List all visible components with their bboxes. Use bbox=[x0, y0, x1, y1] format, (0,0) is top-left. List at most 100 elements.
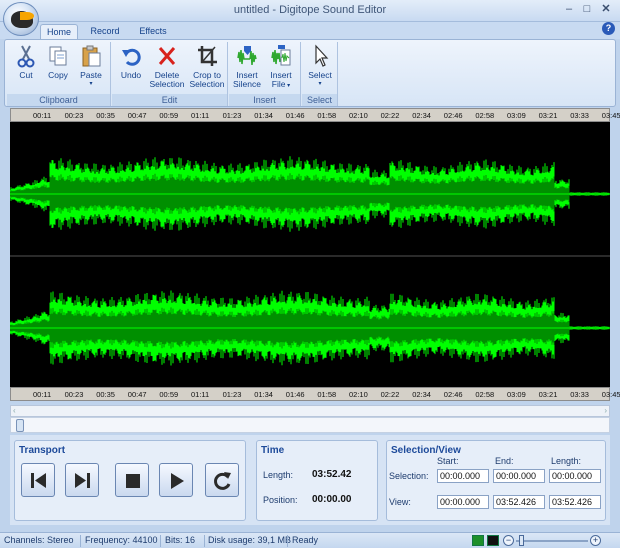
edit-group-label: Edit bbox=[112, 94, 227, 106]
delete-selection-button[interactable]: Delete Selection bbox=[148, 44, 186, 89]
ruler-tick-label: 03:45 bbox=[601, 111, 620, 120]
tab-record[interactable]: Record bbox=[84, 24, 126, 39]
ruler-tick-label: 00:59 bbox=[159, 390, 179, 399]
app-menu-button[interactable] bbox=[3, 2, 39, 36]
ruler-tick-label: 01:34 bbox=[254, 111, 273, 120]
crop-icon bbox=[198, 46, 217, 66]
insert-silence-icon bbox=[237, 46, 257, 66]
view-end-field[interactable]: 03:52.426 bbox=[493, 495, 545, 509]
view-mode-spectrum-icon[interactable] bbox=[487, 535, 499, 546]
ruler-tick-label: 01:23 bbox=[222, 390, 242, 399]
waveform-canvas[interactable] bbox=[10, 122, 610, 387]
channel-waveform bbox=[10, 156, 610, 232]
window-title: untitled - Digitope Sound Editor bbox=[233, 4, 387, 16]
ruler-tick-label: 00:23 bbox=[64, 390, 84, 399]
ruler-tick-label: 02:22 bbox=[380, 111, 400, 120]
selection-start-field[interactable]: 00:00.000 bbox=[437, 469, 489, 483]
help-icon[interactable]: ? bbox=[602, 22, 615, 35]
paste-button[interactable]: Paste ▾ bbox=[75, 44, 107, 89]
status-bits: Bits: 16 bbox=[165, 535, 196, 545]
title-bar: untitled - Digitope Sound Editor – □ ✕ bbox=[0, 0, 620, 22]
clipboard-paste-icon bbox=[82, 45, 101, 67]
skip-start-icon bbox=[31, 473, 46, 488]
close-button[interactable]: ✕ bbox=[597, 2, 615, 18]
status-channels: Channels: Stereo bbox=[4, 535, 74, 545]
skip-end-icon bbox=[75, 473, 90, 488]
selection-view-panel: Selection/View Start: End: Length: Selec… bbox=[386, 440, 606, 521]
stop-button[interactable] bbox=[115, 463, 149, 497]
crop-to-selection-button[interactable]: Crop to Selection bbox=[188, 44, 226, 89]
length-value: 03:52.42 bbox=[312, 469, 352, 480]
play-icon bbox=[171, 473, 184, 489]
ruler-tick-label: 00:11 bbox=[33, 390, 52, 399]
status-zoom-thumb[interactable] bbox=[519, 535, 524, 546]
end-column-label: End: bbox=[495, 456, 514, 466]
insert-silence-button[interactable]: Insert Silence bbox=[231, 44, 263, 89]
status-state: Ready bbox=[292, 535, 319, 545]
edit-group: Undo Delete Selection Crop to Selection … bbox=[112, 42, 228, 106]
play-button[interactable] bbox=[159, 463, 193, 497]
copy-icon bbox=[49, 46, 67, 66]
skip-to-start-button[interactable] bbox=[21, 463, 55, 497]
copy-button[interactable]: Copy bbox=[43, 44, 73, 80]
ruler-tick-label: 02:34 bbox=[412, 390, 431, 399]
insert-file-button[interactable]: Insert File ▾ bbox=[265, 44, 297, 91]
time-ruler-top[interactable]: 00:11 00:23 00:35 00:47 00:59 01:11 01:23 01:34… bbox=[10, 108, 620, 122]
ruler-tick-label: 01:34 bbox=[254, 390, 273, 399]
tab-home[interactable]: Home bbox=[40, 24, 78, 39]
status-zoom-track[interactable] bbox=[516, 540, 588, 542]
zoom-slider[interactable] bbox=[10, 417, 610, 433]
minimize-button[interactable]: – bbox=[560, 2, 578, 18]
view-row-label: View: bbox=[389, 497, 411, 507]
zoom-in-icon[interactable]: + bbox=[590, 535, 601, 546]
ruler-tick-label: 03:33 bbox=[570, 390, 589, 399]
loop-button[interactable] bbox=[205, 463, 239, 497]
scroll-left-icon[interactable]: ‹ bbox=[13, 406, 16, 415]
chevron-down-icon: ▾ bbox=[89, 81, 93, 87]
selection-length-field[interactable]: 00:00.000 bbox=[549, 469, 601, 483]
ruler-tick-label: 01:58 bbox=[317, 390, 337, 399]
ruler-tick-label: 03:45 bbox=[601, 390, 620, 399]
undo-arrow-icon bbox=[122, 48, 141, 66]
select-label: Select bbox=[308, 70, 332, 80]
view-start-field[interactable]: 00:00.000 bbox=[437, 495, 489, 509]
zoom-out-icon[interactable]: − bbox=[503, 535, 514, 546]
ruler-tick-label: 00:35 bbox=[96, 390, 115, 399]
transport-panel: Transport bbox=[14, 440, 246, 521]
ruler-tick-label: 01:58 bbox=[317, 111, 337, 120]
selection-view-title: Selection/View bbox=[391, 445, 461, 456]
skip-to-end-button[interactable] bbox=[65, 463, 99, 497]
ruler-tick-label: 02:58 bbox=[475, 111, 495, 120]
insert-file-label-2: File bbox=[271, 79, 286, 89]
ruler-tick-label: 01:23 bbox=[222, 111, 242, 120]
cut-label: Cut bbox=[19, 70, 33, 80]
ruler-tick-label: 02:58 bbox=[475, 390, 495, 399]
view-length-field[interactable]: 03:52.426 bbox=[549, 495, 601, 509]
transport-title: Transport bbox=[19, 445, 66, 456]
undo-button[interactable]: Undo bbox=[116, 44, 146, 80]
select-button[interactable]: Select ▾ bbox=[304, 44, 336, 89]
maximize-button[interactable]: □ bbox=[578, 2, 596, 18]
ruler-tick-label: 01:11 bbox=[191, 390, 210, 399]
horizontal-scrollbar[interactable]: ‹ › bbox=[10, 405, 610, 417]
insert-group: Insert Silence Insert File ▾ Insert bbox=[229, 42, 301, 106]
zoom-slider-thumb[interactable] bbox=[16, 419, 24, 432]
cut-button[interactable]: Cut bbox=[11, 44, 41, 80]
scroll-right-icon[interactable]: › bbox=[604, 406, 607, 415]
ruler-tick-label: 01:46 bbox=[285, 111, 305, 120]
ruler-tick-label: 02:34 bbox=[412, 111, 431, 120]
ruler-tick-label: 00:11 bbox=[33, 111, 52, 120]
waveform-view[interactable]: 00:11 00:23 00:35 00:47 00:59 01:11 01:23 01:34… bbox=[10, 108, 620, 401]
ruler-tick-label: 03:09 bbox=[507, 111, 526, 120]
time-ruler-bottom[interactable]: 00:11 00:23 00:35 00:47 00:59 01:11 01:23 01:34… bbox=[10, 387, 620, 401]
selection-end-field[interactable]: 00:00.000 bbox=[493, 469, 545, 483]
ruler-tick-label: 02:46 bbox=[443, 111, 463, 120]
ruler-tick-label: 03:09 bbox=[507, 390, 526, 399]
position-value: 00:00.00 bbox=[312, 494, 352, 505]
time-panel: Time Length: 03:52.42 Position: 00:00.00 bbox=[256, 440, 378, 521]
view-mode-waveform-icon[interactable] bbox=[472, 535, 484, 546]
ruler-tick-label: 00:59 bbox=[159, 111, 179, 120]
tab-effects[interactable]: Effects bbox=[132, 24, 174, 39]
select-group-label: Select bbox=[302, 94, 337, 106]
cursor-arrow-icon bbox=[315, 44, 329, 67]
